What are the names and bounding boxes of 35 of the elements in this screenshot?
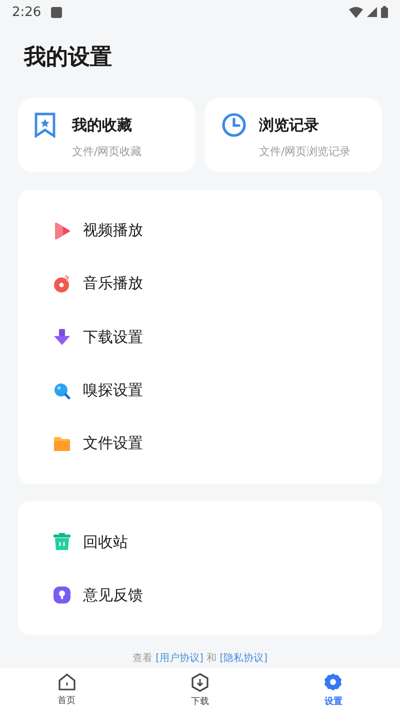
card-title: 我的收藏 — [72, 116, 133, 134]
bookmark-star-icon — [34, 112, 56, 138]
nav-tab[interactable]: 首页 — [0, 668, 134, 712]
page-title: 我的设置 — [24, 44, 113, 72]
play-icon — [53, 222, 71, 240]
nav-tab[interactable]: 下载 — [133, 668, 267, 712]
shortcut-card[interactable]: 浏览记录 文件/网页浏览记录 — [205, 98, 382, 172]
trash-bin-icon — [53, 533, 71, 552]
notification-icon — [51, 6, 62, 18]
card-title: 浏览记录 — [259, 116, 320, 134]
settings-item[interactable]: 嗅探设置 — [18, 364, 382, 418]
settings-item[interactable]: 下载设置 — [18, 310, 382, 364]
settings-item[interactable]: 意见反馈 — [18, 568, 382, 622]
wifi-icon — [349, 6, 363, 18]
folder-icon — [53, 436, 71, 452]
settings-item[interactable]: 回收站 — [18, 515, 382, 569]
status-time: 2:26 — [12, 4, 42, 20]
battery-icon — [381, 6, 388, 18]
shortcut-card[interactable]: 我的收藏 文件/网页收藏 — [18, 98, 195, 172]
card-subtitle: 文件/网页收藏 — [72, 144, 143, 159]
settings-item[interactable]: 音乐播放 — [18, 257, 382, 311]
settings-item[interactable]: 视频播放 — [18, 204, 382, 258]
agreement-text: 查看 [用户协议] 和 [隐私协议] — [131, 652, 269, 666]
magnifier-icon — [53, 382, 71, 400]
card-subtitle: 文件/网页浏览记录 — [259, 144, 352, 159]
clock-icon — [221, 112, 247, 138]
signal-icon — [367, 7, 377, 17]
home-icon — [58, 673, 76, 691]
settings-icon — [323, 672, 344, 692]
lightbulb-icon — [53, 586, 71, 604]
settings-item[interactable]: 文件设置 — [18, 417, 382, 470]
download-hexagon-icon — [190, 672, 209, 692]
nav-tab[interactable]: 设置 — [266, 668, 400, 712]
music-disc-icon — [53, 274, 71, 293]
download-arrow-icon — [53, 328, 71, 346]
